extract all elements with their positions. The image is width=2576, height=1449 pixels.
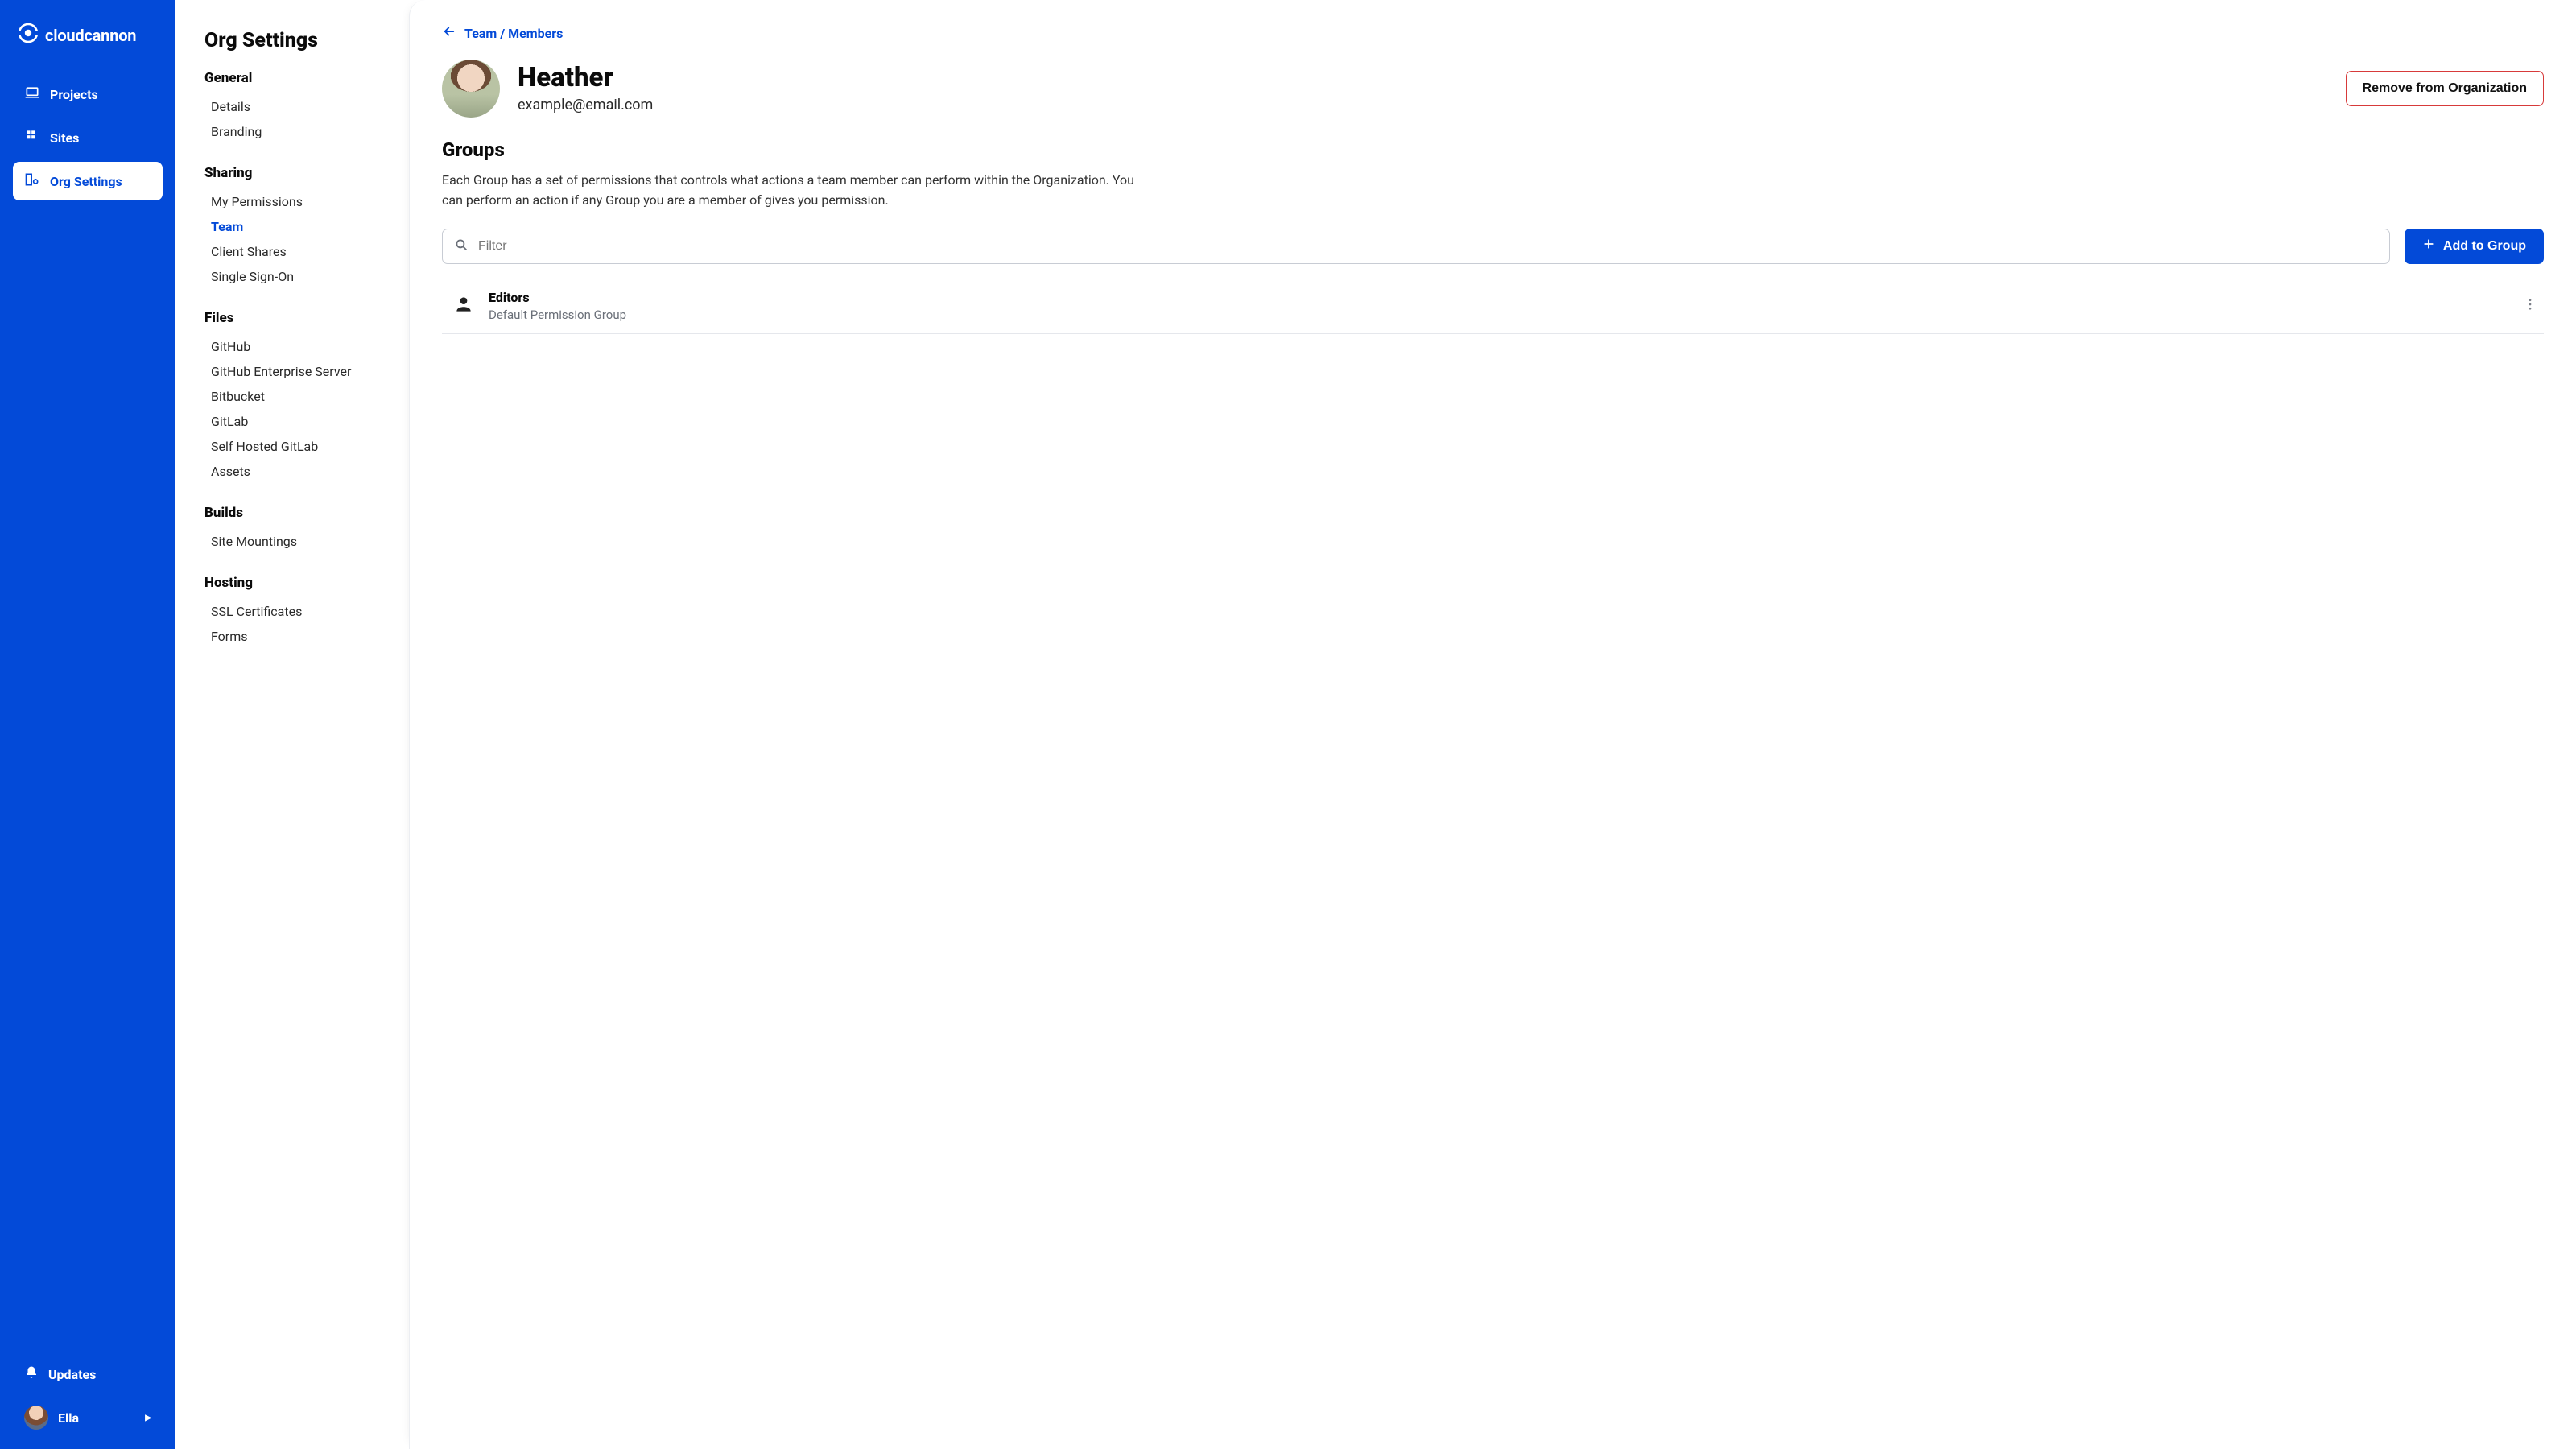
settings-group-title: Files [204,310,382,326]
add-to-group-button[interactable]: Add to Group [2405,229,2544,264]
nav-item-sites[interactable]: Sites [13,118,163,157]
settings-link-self-gitlab[interactable]: Self Hosted GitLab [204,434,382,459]
arrow-left-icon [442,24,456,42]
settings-group-title: Sharing [204,165,382,181]
settings-link-details[interactable]: Details [204,94,382,119]
member-identity: Heather example@email.com [518,64,653,113]
settings-link-branding[interactable]: Branding [204,119,382,144]
settings-link-ssl[interactable]: SSL Certificates [204,599,382,624]
group-subtitle: Default Permission Group [489,308,626,322]
groups-toolbar: Add to Group [442,229,2544,264]
brand: cloudcannon [13,16,163,70]
member-header: Heather example@email.com Remove from Or… [442,60,2544,118]
settings-link-forms[interactable]: Forms [204,624,382,649]
settings-title: Org Settings [204,29,382,52]
settings-group-title: Hosting [204,575,382,591]
settings-group-files: Files GitHub GitHub Enterprise Server Bi… [204,310,382,484]
remove-from-org-button[interactable]: Remove from Organization [2346,71,2544,106]
main-content: Team / Members Heather example@email.com… [409,0,2576,1449]
groups-heading: Groups [442,138,2544,161]
settings-group-title: General [204,70,382,86]
nav-label: Org Settings [50,174,122,189]
settings-link-assets[interactable]: Assets [204,459,382,484]
group-list: Editors Default Permission Group [442,282,2544,334]
nav-item-org-settings[interactable]: Org Settings [13,162,163,200]
brand-name: cloudcannon [45,26,136,45]
updates-label: Updates [48,1367,96,1382]
breadcrumb-back[interactable]: Team / Members [442,24,563,42]
updates-link[interactable]: Updates [13,1356,163,1393]
chevron-right-icon: ▶ [145,1414,151,1422]
groups-description: Each Group has a set of permissions that… [442,171,1150,211]
group-name: Editors [489,290,626,305]
avatar [24,1406,48,1430]
person-icon [453,294,474,318]
group-text: Editors Default Permission Group [489,290,626,322]
current-user-menu[interactable]: Ella ▶ [13,1397,163,1438]
org-settings-icon [24,171,40,191]
nav-label: Projects [50,87,98,102]
settings-group-title: Builds [204,505,382,521]
settings-link-gitlab[interactable]: GitLab [204,409,382,434]
kebab-menu-icon[interactable] [2518,292,2542,320]
nav-label: Sites [50,130,79,146]
grid-icon [24,128,40,147]
brand-logo-icon [18,23,39,47]
settings-group-builds: Builds Site Mountings [204,505,382,554]
member-email: example@email.com [518,97,653,114]
member-name: Heather [518,64,653,93]
primary-sidebar: cloudcannon Projects Sites [0,0,175,1449]
filter-input-wrap[interactable] [442,229,2390,264]
filter-input[interactable] [478,239,2378,254]
search-icon [454,237,469,255]
laptop-icon [24,85,40,104]
settings-link-team[interactable]: Team [204,214,382,239]
member-avatar [442,60,500,118]
settings-link-github[interactable]: GitHub [204,334,382,359]
settings-panel: Org Settings General Details Branding Sh… [175,0,409,1449]
settings-link-client-shares[interactable]: Client Shares [204,239,382,264]
nav-item-projects[interactable]: Projects [13,75,163,114]
settings-group-hosting: Hosting SSL Certificates Forms [204,575,382,649]
breadcrumb-label: Team / Members [464,26,563,41]
plus-icon [2422,237,2435,254]
bell-icon [24,1365,39,1383]
primary-nav: Projects Sites Org Settings [13,75,163,200]
sidebar-bottom: Updates Ella ▶ [13,1356,163,1438]
settings-group-general: General Details Branding [204,70,382,144]
current-user-name: Ella [58,1410,79,1426]
settings-link-github-es[interactable]: GitHub Enterprise Server [204,359,382,384]
add-to-group-label: Add to Group [2443,239,2526,254]
settings-link-sso[interactable]: Single Sign-On [204,264,382,289]
group-row[interactable]: Editors Default Permission Group [442,282,2544,334]
settings-link-site-mountings[interactable]: Site Mountings [204,529,382,554]
settings-group-sharing: Sharing My Permissions Team Client Share… [204,165,382,289]
settings-link-my-permissions[interactable]: My Permissions [204,189,382,214]
settings-link-bitbucket[interactable]: Bitbucket [204,384,382,409]
